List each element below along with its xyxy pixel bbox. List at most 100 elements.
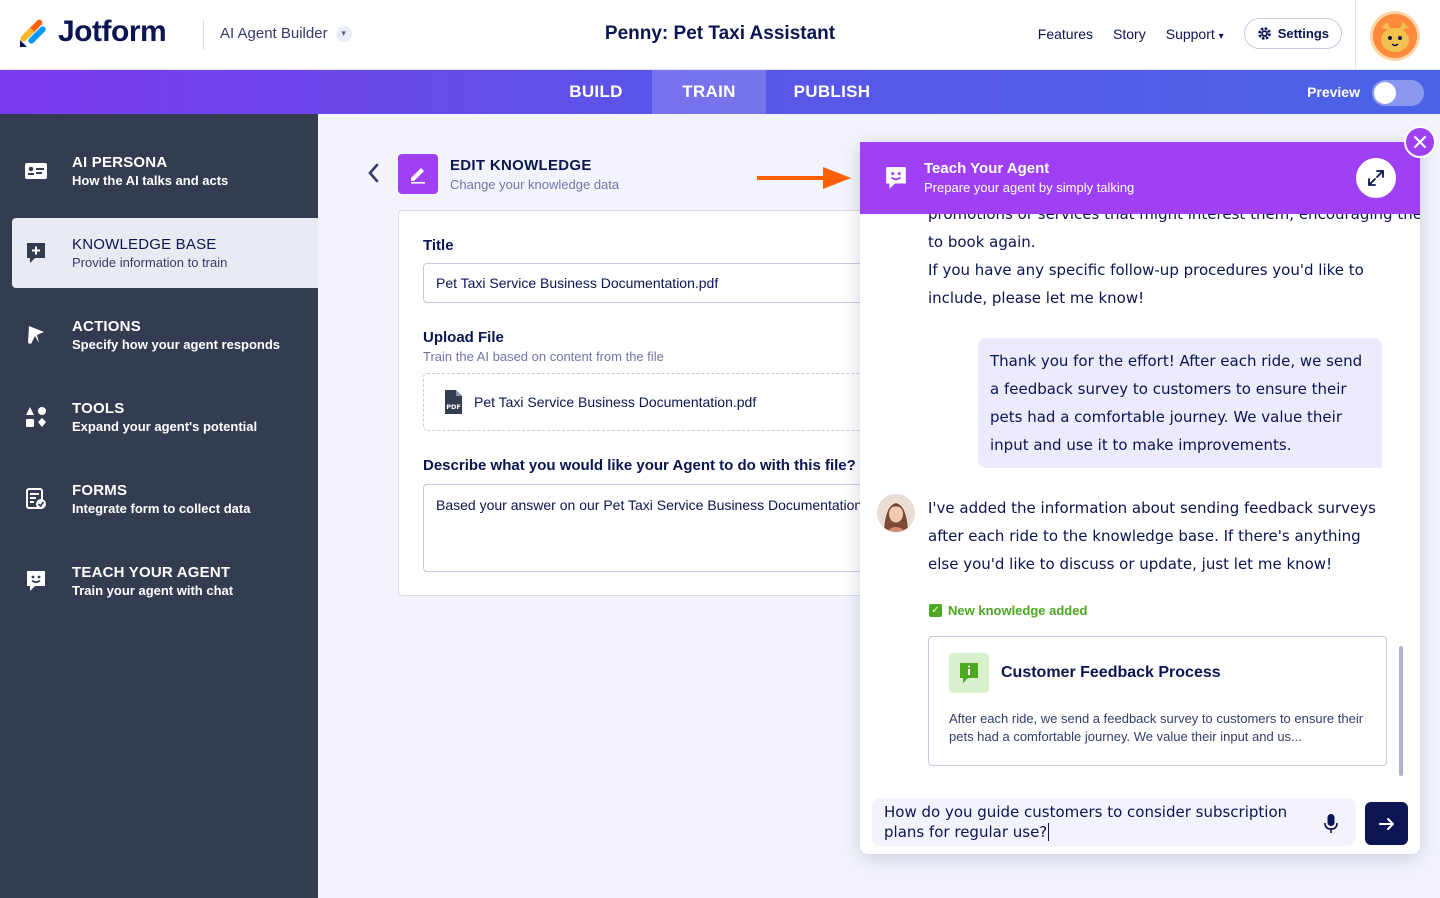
sidebar-item-forms[interactable]: FORMS Integrate form to collect data xyxy=(12,464,318,534)
microphone-icon[interactable] xyxy=(1324,814,1338,834)
knowledge-card[interactable]: Customer Feedback Process After each rid… xyxy=(928,636,1387,766)
avatar-illustration xyxy=(1373,14,1417,58)
sidebar-item-desc: Integrate form to collect data xyxy=(72,501,251,516)
top-header: Jotform AI Agent Builder ▾ Penny: Pet Ta… xyxy=(0,0,1440,70)
tab-publish[interactable]: PUBLISH xyxy=(776,70,888,114)
bot-message-line: If you have any specific follow-up proce… xyxy=(928,261,1364,307)
title-input[interactable]: Pet Taxi Service Business Documentation.… xyxy=(423,263,903,303)
sidebar-item-title: TEACH YOUR AGENT xyxy=(72,564,231,581)
preview-label: Preview xyxy=(1307,84,1360,100)
agent-avatar xyxy=(877,494,915,532)
nav-features[interactable]: Features xyxy=(1038,26,1093,42)
sidebar-item-desc: Specify how your agent responds xyxy=(72,337,281,352)
knowledge-info-icon xyxy=(949,653,989,693)
upload-field-help: Train the AI based on content from the f… xyxy=(423,349,664,364)
smile-chat-icon xyxy=(24,570,48,592)
describe-textarea[interactable]: Based your answer on our Pet Taxi Servic… xyxy=(423,484,903,572)
title-field-label: Title xyxy=(423,237,454,254)
text-caret xyxy=(1048,823,1050,841)
pencil-icon xyxy=(411,168,425,184)
sidebar-item-tools[interactable]: TOOLS Expand your agent's potential xyxy=(12,382,318,452)
sidebar-item-teach-your-agent[interactable]: TEACH YOUR AGENT Train your agent with c… xyxy=(12,546,318,616)
tab-train[interactable]: TRAIN xyxy=(652,70,766,114)
expand-button[interactable] xyxy=(1356,158,1396,198)
header-divider xyxy=(203,20,204,50)
describe-field-label: Describe what you would like your Agent … xyxy=(423,457,856,474)
sidebar-item-title: ACTIONS xyxy=(72,318,141,335)
edit-knowledge-card: Title Pet Taxi Service Business Document… xyxy=(398,210,918,596)
shapes-icon xyxy=(24,406,48,428)
new-knowledge-label: New knowledge added xyxy=(948,603,1088,618)
page-title: EDIT KNOWLEDGE xyxy=(450,157,592,174)
settings-button[interactable]: Settings xyxy=(1243,18,1342,49)
chevron-down-icon: ▾ xyxy=(1218,30,1224,42)
sidebar-item-actions[interactable]: ACTIONS Specify how your agent responds xyxy=(12,300,318,370)
describe-textarea-value: Based your answer on our Pet Taxi Servic… xyxy=(436,497,863,513)
agent-title[interactable]: Penny: Pet Taxi Assistant xyxy=(520,23,920,45)
form-icon xyxy=(24,488,48,510)
settings-label: Settings xyxy=(1277,26,1329,41)
gear-icon xyxy=(1257,27,1271,40)
smile-chat-icon xyxy=(886,167,906,189)
sidebar-item-desc: Expand your agent's potential xyxy=(72,419,258,434)
arrow-right-icon xyxy=(1378,817,1394,830)
product-switcher[interactable]: AI Agent Builder ▾ xyxy=(220,25,352,42)
back-button[interactable] xyxy=(366,162,380,190)
flag-icon xyxy=(24,324,48,346)
upload-field-label: Upload File xyxy=(423,329,504,346)
nav-support[interactable]: Support ▾ xyxy=(1166,26,1224,42)
pdf-badge-text: PDF xyxy=(446,403,461,411)
sidebar: AI PERSONA How the AI talks and acts KNO… xyxy=(0,114,318,898)
upload-dropzone[interactable]: PDF Pet Taxi Service Business Documentat… xyxy=(423,373,903,431)
sidebar-item-title: TOOLS xyxy=(72,400,125,417)
sidebar-item-title: KNOWLEDGE BASE xyxy=(72,236,217,253)
user-message: Thank you for the effort! After each rid… xyxy=(978,338,1382,468)
top-nav: Features Story Support ▾ Settings xyxy=(1038,18,1342,49)
expand-icon xyxy=(1368,170,1384,186)
chevron-left-icon xyxy=(368,163,379,183)
teach-panel-title: Teach Your Agent xyxy=(924,160,1050,177)
sidebar-item-desc: How the AI talks and acts xyxy=(72,173,229,188)
chat-scrollbar[interactable] xyxy=(1399,646,1403,776)
chat-transcript[interactable]: promotions or services that might intere… xyxy=(860,214,1420,784)
product-label: AI Agent Builder xyxy=(220,25,328,42)
uploaded-file-name[interactable]: Pet Taxi Service Business Documentation.… xyxy=(474,394,756,410)
sidebar-item-title: AI PERSONA xyxy=(72,154,168,171)
close-panel-button[interactable] xyxy=(1404,126,1436,158)
agent-portrait xyxy=(877,494,915,532)
edit-knowledge-badge xyxy=(398,154,438,194)
sidebar-item-title: FORMS xyxy=(72,482,128,499)
new-knowledge-indicator: ✓ New knowledge added xyxy=(929,603,1087,618)
sidebar-item-desc: Provide information to train xyxy=(72,255,228,270)
header-divider-right xyxy=(1355,0,1356,70)
bot-message-line: promotions or services that might intere… xyxy=(928,214,1420,223)
user-avatar[interactable] xyxy=(1370,11,1420,61)
chat-input[interactable]: How do you guide customers to consider s… xyxy=(872,798,1356,846)
bot-message-line: to book again. xyxy=(928,233,1036,251)
page-subtitle: Change your knowledge data xyxy=(450,177,620,192)
chevron-down-icon: ▾ xyxy=(335,25,352,42)
nav-story[interactable]: Story xyxy=(1113,26,1146,42)
jotform-logo[interactable]: Jotform xyxy=(18,15,167,49)
toggle-knob xyxy=(1374,82,1396,104)
sidebar-item-desc: Train your agent with chat xyxy=(72,583,234,598)
logo-text: Jotform xyxy=(58,15,167,48)
mode-tabbar: BUILD TRAIN PUBLISH Preview xyxy=(0,70,1440,114)
id-card-icon xyxy=(24,160,48,182)
teach-agent-panel: Teach Your Agent Prepare your agent by s… xyxy=(860,142,1420,854)
send-button[interactable] xyxy=(1365,802,1408,845)
teach-panel-header: Teach Your Agent Prepare your agent by s… xyxy=(860,142,1420,214)
teach-panel-subtitle: Prepare your agent by simply talking xyxy=(924,180,1135,195)
nav-support-label: Support xyxy=(1165,25,1215,42)
checkbox-checked-icon: ✓ xyxy=(929,604,942,617)
bot-message: promotions or services that might intere… xyxy=(928,214,1420,312)
knowledge-card-desc: After each ride, we send a feedback surv… xyxy=(949,711,1364,744)
tab-build[interactable]: BUILD xyxy=(551,70,641,114)
sidebar-item-ai-persona[interactable]: AI PERSONA How the AI talks and acts xyxy=(12,136,318,206)
orange-arrow-icon xyxy=(757,167,851,189)
knowledge-plus-icon xyxy=(24,242,48,264)
sidebar-item-knowledge-base[interactable]: KNOWLEDGE BASE Provide information to tr… xyxy=(12,218,318,288)
bot-message: I've added the information about sending… xyxy=(928,499,1376,573)
preview-toggle[interactable] xyxy=(1372,80,1424,106)
pdf-file-icon: PDF xyxy=(445,390,462,414)
